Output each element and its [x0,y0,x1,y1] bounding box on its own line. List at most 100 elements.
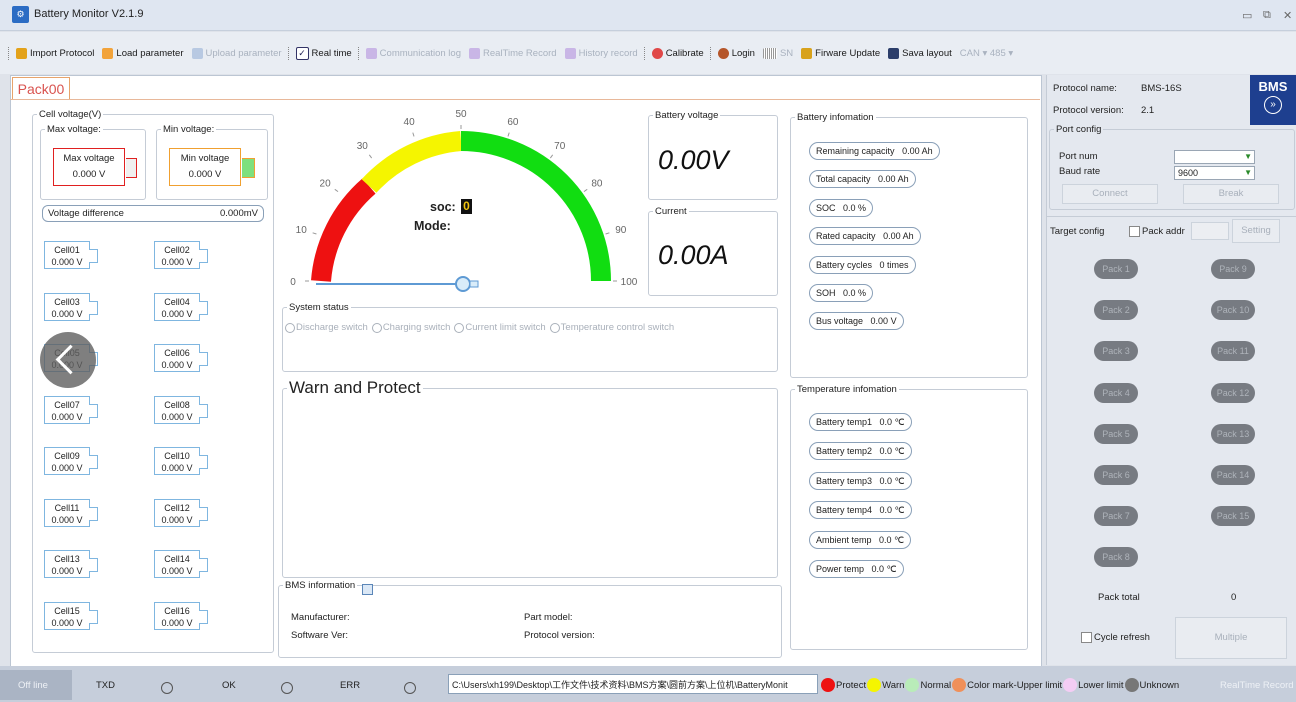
can-485-selector[interactable]: CAN ▾ 485 ▾ [956,48,1017,59]
battery-info-row: Total capacity 0.00 Ah [809,170,916,189]
load-parameter-button[interactable]: Load parameter [98,47,187,59]
setting-button[interactable]: Setting [1232,219,1280,243]
temperature-value: 0.0 ℃ [879,417,905,427]
min-voltage-battery: Min voltage 0.000 V [169,148,241,186]
cell-name: Cell02 [164,245,190,255]
cell-battery: Cell03 0.000 V [44,292,98,321]
protocol-version-label: Protocol version: [1053,105,1124,116]
cell-name: Cell01 [54,245,80,255]
pack-button[interactable]: Pack 11 [1211,341,1255,362]
pack-button[interactable]: Pack 9 [1211,259,1255,279]
pack-button[interactable]: Pack 14 [1211,465,1255,485]
pack-addr-label: Pack addr [1142,226,1185,237]
pack-addr-input[interactable] [1191,222,1229,240]
pack-button[interactable]: Pack 12 [1211,382,1255,403]
cell-voltage-value: 0.000 V [51,257,83,267]
cell-voltage-value: 0.000 V [51,514,83,525]
protocol-icon [16,47,27,59]
mode-label: Mode: [414,219,451,233]
battery-info-value: 0.00 Ah [902,146,933,156]
cycle-refresh-checkbox[interactable] [1081,632,1092,643]
cell-battery: Cell02 0.000 V [154,241,208,269]
divider [1046,216,1296,217]
minimize-icon[interactable]: ▭ [1242,9,1252,22]
communication-log-button[interactable]: Communication log [362,47,465,59]
battery-info-value: 0.0 % [843,288,867,298]
pack-button[interactable]: Pack 8 [1094,547,1138,568]
status-option[interactable]: Temperature control switch [549,322,674,333]
history-record-button[interactable]: History record [561,47,642,59]
status-option[interactable]: Charging switch [371,322,450,333]
pack-button[interactable]: Pack 5 [1094,423,1138,444]
gauge-tick-label: 70 [554,141,566,152]
cell-voltage-value: 0.000 V [161,463,193,473]
color-legend: Protect Warn Normal Color mark-Upper limit L… [821,678,1180,692]
baud-rate-select[interactable]: 9600 ▼ [1174,166,1255,180]
cell-nub [199,403,208,418]
sn-button[interactable]: SN [759,47,797,59]
pack-button[interactable]: Pack 1 [1094,259,1138,279]
pack-button[interactable]: Pack 2 [1094,300,1138,321]
status-option[interactable]: Current limit switch [454,322,546,333]
realtime-record-button[interactable]: RealTime Record [465,47,561,59]
pack-button[interactable]: Pack 10 [1211,300,1255,321]
login-button[interactable]: Login [714,47,759,59]
baud-rate-label: Baud rate [1059,166,1101,177]
gauge-tick [507,132,510,137]
cell-voltage-value: 0.000 V [161,257,193,267]
gauge-tick [583,188,588,193]
cell-battery: Cell06 0.000 V [154,344,208,372]
max-battery-nub [126,158,137,178]
legend-item: Unknown [1124,678,1179,692]
cell-nub [199,455,208,469]
pack-button[interactable]: Pack 13 [1211,423,1255,444]
prev-page-button[interactable] [40,332,96,388]
import-protocol-button[interactable]: Import Protocol [12,47,98,59]
multiple-button[interactable]: Multiple [1175,617,1287,659]
barcode-icon [762,47,777,59]
cell-nub [199,558,208,572]
break-button[interactable]: Break [1183,184,1279,204]
target-config-label: Target config [1050,226,1105,237]
upload-parameter-button[interactable]: Upload parameter [188,47,286,59]
save-icon [888,47,900,59]
real-time-toggle[interactable]: ✓ Real time [292,46,356,60]
save-layout-button[interactable]: Sava layout [884,47,956,59]
pack-button[interactable]: Pack 15 [1211,506,1255,527]
cell-battery: Cell12 0.000 V [154,498,208,527]
connect-button[interactable]: Connect [1062,184,1158,204]
expand-icon[interactable]: » [1264,96,1282,114]
info-icon[interactable] [362,584,373,595]
calibrate-button[interactable]: Calibrate [648,47,708,59]
legend-item: Color mark-Upper limit [952,678,1062,692]
legend-item: Normal [905,678,951,692]
pack-button[interactable]: Pack 4 [1094,382,1138,403]
restore-icon[interactable]: ⧉ [1263,9,1271,22]
pack-button[interactable]: Pack 3 [1094,341,1138,362]
close-icon[interactable]: ✕ [1283,9,1292,22]
status-option-label: Discharge switch [296,322,368,333]
firmware-update-button[interactable]: Firware Update [797,47,884,59]
cell-nub [89,506,98,521]
legend-dot-icon [905,678,920,692]
cell-nub [199,609,208,624]
window-title: Battery Monitor V2.1.9 [34,8,144,20]
temperature-value: 0.0 ℃ [879,475,905,486]
pack-button[interactable]: Pack 7 [1094,506,1138,527]
gauge-green-arc [460,131,611,282]
cell-battery: Cell15 0.000 V [44,601,98,630]
port-num-select[interactable]: ▼ [1174,150,1255,164]
gauge-red-arc [311,178,376,282]
tab-pack00[interactable]: Pack00 [12,77,70,100]
pack-addr-checkbox[interactable] [1129,226,1140,237]
radio-icon [371,322,382,333]
cell-voltage-value: 0.000 V [161,360,193,370]
pack-button[interactable]: Pack 6 [1094,465,1138,485]
battery-info-row: Bus voltage 0.00 V [809,312,904,331]
gauge-tick-label: 0 [290,277,296,288]
cell-name: Cell10 [164,451,190,461]
log-icon [365,47,377,59]
cell-nub [199,300,208,315]
gauge-tick [312,232,317,235]
status-option[interactable]: Discharge switch [285,322,368,333]
